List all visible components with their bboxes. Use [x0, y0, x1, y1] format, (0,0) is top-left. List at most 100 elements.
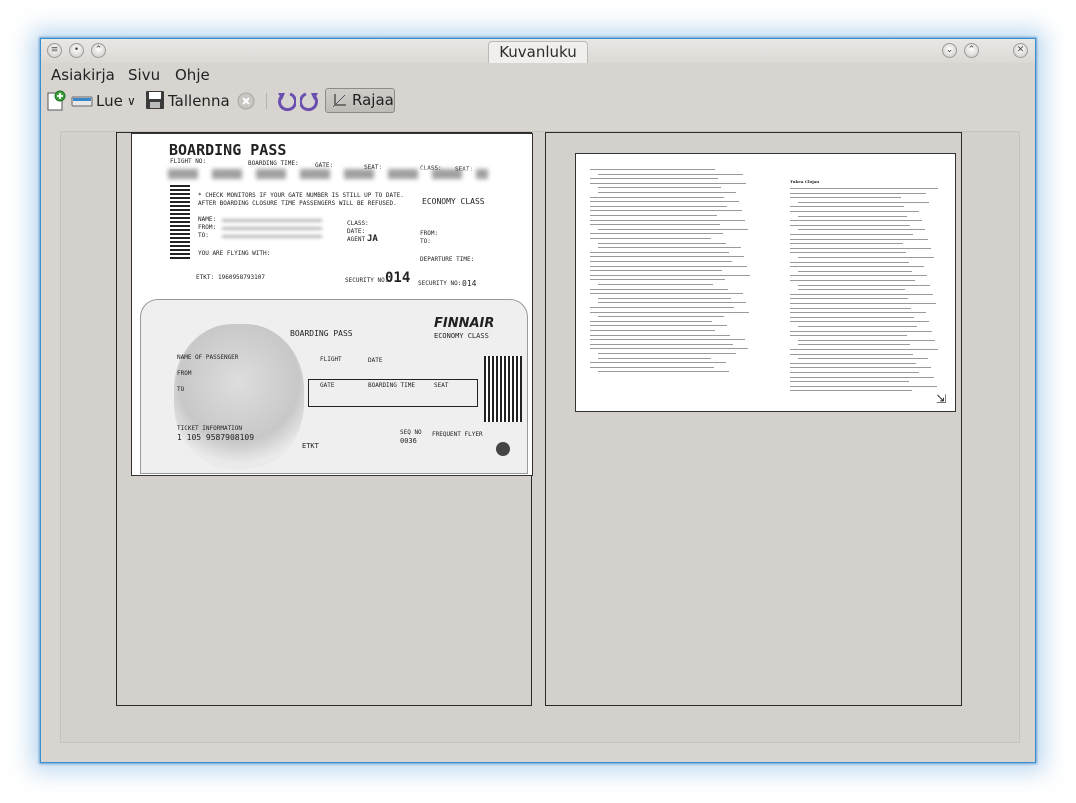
document-text-line [798, 326, 917, 327]
scan-button-label[interactable]: Lue [96, 89, 123, 113]
document-text-line [790, 381, 909, 383]
document-text-line [790, 362, 916, 364]
document-text-line [790, 266, 924, 268]
page-thumbnail-2[interactable]: Tukea Clojan ⇲ [545, 132, 962, 706]
document-text-line [590, 270, 722, 272]
scanned-document: Tukea Clojan ⇲ [575, 153, 956, 412]
chevron-down-icon[interactable]: ∨ [127, 89, 136, 113]
document-text-line [590, 215, 717, 216]
save-icon[interactable] [145, 90, 165, 114]
bp-security-value-2: 014 [462, 279, 477, 288]
menu-bar: Asiakirja Sivu Ohje [41, 63, 1035, 87]
document-text-line [798, 344, 910, 346]
document-text-line [598, 228, 748, 230]
bp2-boarding-time: BOARDING TIME [368, 382, 415, 389]
bp-security-value: 014 [385, 270, 411, 286]
document-text-line [598, 371, 729, 373]
document-text-line [790, 192, 926, 194]
document-text-line [598, 173, 743, 175]
keep-above-icon[interactable]: ⌃ [91, 43, 106, 58]
document-text-line [598, 353, 736, 354]
bp-boarding-time: BOARDING TIME: [248, 160, 299, 167]
document-text-line [590, 334, 730, 336]
bp2-from: FROM [177, 370, 192, 377]
sticky-icon[interactable]: • [69, 43, 84, 58]
bp2-frequent-flyer: FREQUENT FLYER [432, 431, 483, 438]
scanned-boarding-passes: BOARDING PASS FLIGHT NO: BOARDING TIME: … [131, 133, 533, 476]
bp2-seq-no: SEQ NO [400, 429, 422, 436]
document-text-line [590, 210, 742, 212]
bp-gate: GATE: [315, 162, 334, 169]
scanner-icon[interactable] [71, 92, 93, 114]
document-text-line [790, 390, 912, 392]
document-text-line [598, 297, 731, 299]
document-text-line [790, 280, 915, 281]
document-text-line [590, 261, 732, 262]
document-text-line [598, 242, 726, 244]
document-text-line [598, 192, 736, 193]
bp2-date: DATE [368, 357, 383, 364]
bp2-to: TO [177, 386, 185, 393]
title-bar: ≡ • ⌃ Kuvanluku ⌄ ⌃ ✕ [41, 39, 1035, 63]
minimize-icon[interactable]: ⌄ [942, 43, 957, 58]
toolbar-separator [266, 93, 267, 109]
document-text-line [590, 265, 747, 267]
bp-from: FROM: [198, 224, 217, 231]
page-viewer[interactable]: BOARDING PASS FLIGHT NO: BOARDING TIME: … [60, 131, 1020, 743]
page-thumbnail-1[interactable]: BOARDING PASS FLIGHT NO: BOARDING TIME: … [116, 132, 533, 706]
document-text-line [590, 251, 729, 253]
document-text-line [790, 206, 904, 208]
document-text-line [590, 288, 728, 290]
save-button-label[interactable]: Tallenna [168, 89, 230, 113]
document-text-line [590, 293, 743, 295]
document-text-line [590, 362, 726, 364]
airline-logo-text: FINNAIR [434, 316, 495, 331]
rotate-left-icon[interactable] [276, 90, 297, 116]
maximize-icon[interactable]: ⌃ [964, 43, 979, 58]
new-document-icon[interactable] [45, 90, 67, 116]
bp2-title: BOARDING PASS [290, 329, 353, 338]
bp-security-no-2: SECURITY NO: [418, 280, 462, 287]
rotate-right-icon[interactable] [299, 90, 320, 116]
crop-icon [330, 92, 348, 114]
window-title: Kuvanluku [488, 41, 588, 63]
menu-help[interactable]: Ohje [175, 66, 210, 84]
bp2-etkt: ETKT [302, 442, 319, 450]
document-text-line [790, 224, 910, 226]
document-text-line [790, 316, 914, 318]
document-text-line [790, 211, 919, 212]
barcode-right [484, 356, 522, 422]
resize-corner-icon[interactable]: ⇲ [936, 392, 946, 406]
document-text-line [590, 233, 723, 235]
bp-name: NAME: [198, 216, 217, 223]
document-text-line [790, 330, 932, 332]
bp-to-2: TO: [420, 238, 431, 245]
document-text-line [590, 178, 718, 180]
document-text-line [598, 247, 741, 249]
document-text-line [598, 284, 713, 285]
scanner-window: ≡ • ⌃ Kuvanluku ⌄ ⌃ ✕ Asiakirja Sivu Ohj… [40, 38, 1036, 763]
document-text-line [790, 335, 907, 337]
window-menu-icon[interactable]: ≡ [47, 43, 62, 58]
crop-button[interactable]: Rajaa [325, 88, 395, 113]
document-text-line [790, 247, 931, 249]
document-text-line [790, 243, 903, 245]
bp-etkt-value: 1960958793107 [218, 274, 265, 281]
document-text-line [598, 316, 724, 318]
menu-document[interactable]: Asiakirja [51, 66, 115, 84]
document-text-line [590, 182, 746, 184]
document-text-line [590, 219, 745, 221]
document-text-line [590, 201, 739, 203]
document-text-line [790, 367, 931, 369]
cancel-icon[interactable] [237, 92, 255, 114]
document-text-line [790, 307, 911, 309]
bp-security-no: SECURITY NO: [345, 277, 389, 284]
bp-notice-2: AFTER BOARDING CLOSURE TIME PASSENGERS W… [198, 200, 397, 207]
document-text-line [790, 321, 929, 323]
bp-economy: ECONOMY CLASS [422, 197, 485, 206]
passenger-photo-watermark [174, 324, 304, 469]
close-icon[interactable]: ✕ [1013, 43, 1028, 58]
bp2-seat: SEAT [434, 382, 449, 389]
menu-page[interactable]: Sivu [128, 66, 160, 84]
bp-title: BOARDING PASS [169, 141, 287, 159]
